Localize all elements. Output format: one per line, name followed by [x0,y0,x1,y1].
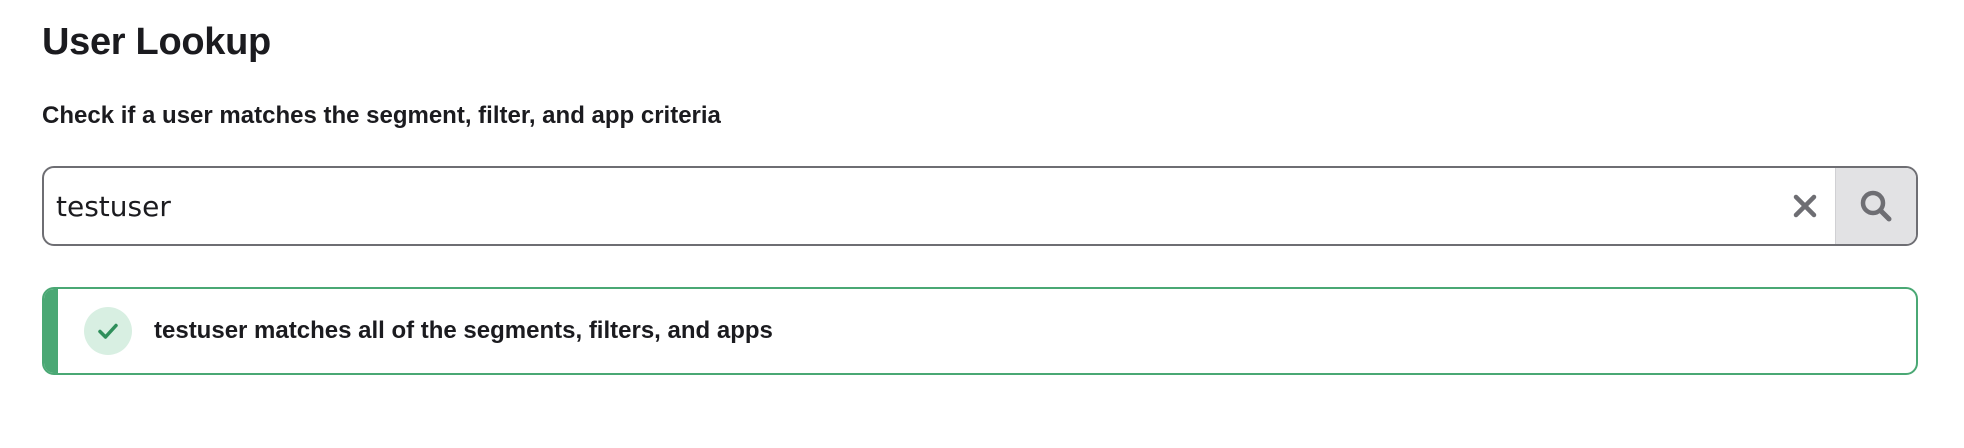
result-message: testuser matches all of the segments, fi… [154,317,773,344]
page-title: User Lookup [42,21,271,63]
clear-search-button[interactable] [1775,168,1835,244]
page-subtitle: Check if a user matches the segment, fil… [42,102,721,129]
search-button[interactable] [1835,168,1916,244]
close-icon [1793,194,1817,218]
user-search-box [42,166,1918,246]
search-icon [1860,190,1892,222]
check-icon [84,307,132,355]
user-lookup-page: User Lookup Check if a user matches the … [0,0,1964,448]
result-accent-bar [44,289,58,373]
user-search-input[interactable] [44,168,1775,244]
match-result-banner: testuser matches all of the segments, fi… [42,287,1918,375]
